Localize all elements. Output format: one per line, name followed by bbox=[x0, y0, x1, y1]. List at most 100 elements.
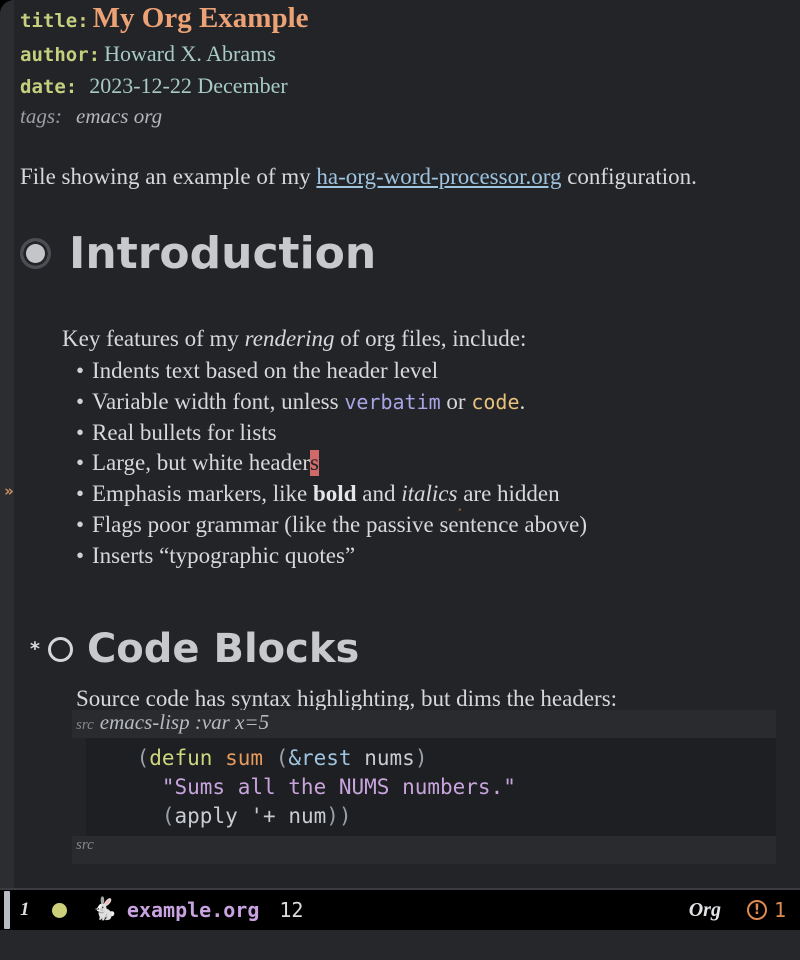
list-item-text: Indents text based on the header level bbox=[92, 358, 439, 383]
src-block-header: src emacs-lisp :var x=5 bbox=[72, 710, 776, 738]
list-item: • Flags poor grammar (like the passive se… bbox=[76, 512, 587, 538]
code-token: num bbox=[288, 804, 327, 828]
mode-line-window-number[interactable]: 1 bbox=[20, 899, 30, 921]
list-bullet-icon: • bbox=[76, 420, 85, 445]
src-block-footer: src bbox=[72, 836, 776, 864]
code-token: '+ bbox=[250, 804, 276, 828]
src-begin-keyword: src bbox=[76, 717, 94, 733]
list-item-text-b: or bbox=[440, 389, 472, 414]
text-cursor: s bbox=[309, 450, 319, 476]
heading-introduction[interactable]: Introduction bbox=[20, 228, 376, 279]
list-item-text: Real bullets for lists bbox=[92, 420, 277, 445]
list-item-text-a: Emphasis markers, like bbox=[92, 481, 314, 506]
src-block-args: emacs-lisp :var x=5 bbox=[99, 710, 270, 734]
heading-star-marker: * bbox=[30, 638, 40, 660]
heading-introduction-label: Introduction bbox=[69, 228, 377, 279]
minibuffer[interactable] bbox=[0, 930, 800, 960]
list-bullet-icon: • bbox=[76, 450, 85, 475]
bold-text: bold bbox=[313, 481, 357, 506]
buffer-content: title: My Org Example author: Howard X. … bbox=[14, 0, 800, 888]
keyword-line-tags: tags: emacs org bbox=[20, 104, 162, 129]
org-file-link[interactable]: ha-org-word-processor.org bbox=[316, 164, 561, 189]
list-item-text-b: and bbox=[356, 481, 402, 506]
list-bullet-icon: • bbox=[76, 481, 85, 506]
code-token: ) bbox=[414, 746, 428, 770]
error-count[interactable]: 1 bbox=[774, 898, 786, 922]
mode-line-position: 12 bbox=[279, 898, 304, 922]
list-item-text-c: are hidden bbox=[457, 481, 560, 506]
left-fringe: » bbox=[0, 0, 14, 888]
code-text: code bbox=[471, 390, 520, 414]
org-buffer-window[interactable]: » title: My Org Example author: Howard X… bbox=[0, 0, 800, 888]
emacs-frame: » title: My Org Example author: Howard X… bbox=[0, 0, 800, 960]
keyword-label-tags: tags: bbox=[20, 104, 62, 128]
list-item-text: Inserts “typographic quotes” bbox=[92, 543, 356, 568]
document-title: My Org Example bbox=[92, 2, 309, 34]
keyword-label-date: date: bbox=[20, 76, 78, 98]
list-item: • Emphasis markers, like bold and italics… bbox=[76, 481, 560, 512]
intro-text-before: File showing an example of my bbox=[20, 164, 317, 189]
list-item-text-c: . bbox=[519, 389, 526, 414]
list-item: • Inserts “typographic quotes” bbox=[76, 543, 355, 569]
intro-paragraph: File showing an example of my ha-org-wor… bbox=[20, 164, 697, 190]
list-item: • Real bullets for lists bbox=[76, 420, 277, 446]
code-token: ( bbox=[136, 746, 150, 770]
error-circle-icon[interactable]: ! bbox=[746, 900, 767, 920]
heading-bullet-icon bbox=[20, 238, 51, 269]
src-block-code[interactable]: (defun sum (&rest nums) "Sums all the NU… bbox=[86, 738, 776, 837]
heading-bullet-icon bbox=[47, 636, 73, 662]
code-line: "Sums all the NUMS numbers." bbox=[86, 773, 776, 802]
code-token: )) bbox=[326, 804, 352, 828]
code-line: (defun sum (&rest nums) bbox=[86, 744, 776, 773]
code-token: apply bbox=[174, 804, 238, 828]
heading-code-blocks-label: Code Blocks bbox=[86, 626, 360, 672]
list-bullet-icon: • bbox=[76, 512, 85, 537]
mode-line-window-bar bbox=[4, 891, 10, 929]
keyword-line-author: author: Howard X. Abrams bbox=[20, 41, 276, 67]
lead-part-b: of org files, include: bbox=[334, 326, 527, 351]
list-bullet-icon: • bbox=[76, 389, 85, 414]
code-blocks-lead-text: Source code has syntax highlighting, but… bbox=[76, 686, 618, 711]
document-author: Howard X. Abrams bbox=[104, 41, 276, 66]
list-bullet-icon: • bbox=[76, 358, 85, 383]
code-token: &rest bbox=[288, 746, 352, 770]
keyword-label-title: title: bbox=[20, 10, 89, 32]
list-item: • Indents text based on the header level bbox=[76, 358, 438, 384]
code-token: ( bbox=[161, 804, 175, 828]
code-token: defun bbox=[149, 746, 213, 770]
list-item: • Variable width font, unless verbatim or… bbox=[76, 389, 525, 415]
buffer-status-dot-icon bbox=[51, 902, 67, 918]
intro-text-after: configuration. bbox=[561, 164, 697, 189]
keyword-line-title: title: My Org Example bbox=[20, 2, 309, 35]
keyword-line-date: date: 2023-12-22 December bbox=[20, 73, 288, 99]
code-token: "Sums all the NUMS numbers." bbox=[161, 775, 516, 799]
verbatim-text: verbatim bbox=[344, 390, 441, 414]
list-item: • Large, but white headers bbox=[76, 450, 319, 476]
code-token: nums bbox=[364, 746, 415, 770]
mode-line-major-mode[interactable]: Org bbox=[689, 899, 721, 922]
list-item-text: Flags poor grammar (like the passive sen… bbox=[92, 512, 587, 537]
lead-part-a: Key features of my bbox=[62, 326, 245, 351]
list-bullet-icon: • bbox=[76, 543, 85, 568]
lead-part-italic: rendering bbox=[244, 326, 335, 351]
document-tags: emacs org bbox=[76, 104, 163, 128]
code-line: (apply '+ num)) bbox=[86, 802, 776, 831]
keyword-label-author: author: bbox=[20, 44, 101, 66]
mode-line-buffer-name[interactable]: example.org bbox=[127, 898, 259, 922]
src-end-keyword: src bbox=[76, 837, 94, 853]
gnu-icon: 🐇 bbox=[90, 897, 118, 922]
heading-code-blocks[interactable]: * Code Blocks bbox=[30, 626, 359, 672]
mode-line: 1 🐇 example.org 12 Org ! 1 bbox=[0, 888, 800, 930]
code-token: sum bbox=[225, 746, 264, 770]
list-item-text-a: Variable width font, unless bbox=[92, 389, 345, 414]
list-item-text-a: Large, but white header bbox=[92, 450, 310, 475]
document-date: 2023-12-22 December bbox=[89, 73, 288, 98]
code-token: ( bbox=[275, 746, 289, 770]
introduction-lead-text: Key features of my rendering of org file… bbox=[62, 326, 526, 352]
italic-text: italics bbox=[401, 481, 458, 506]
